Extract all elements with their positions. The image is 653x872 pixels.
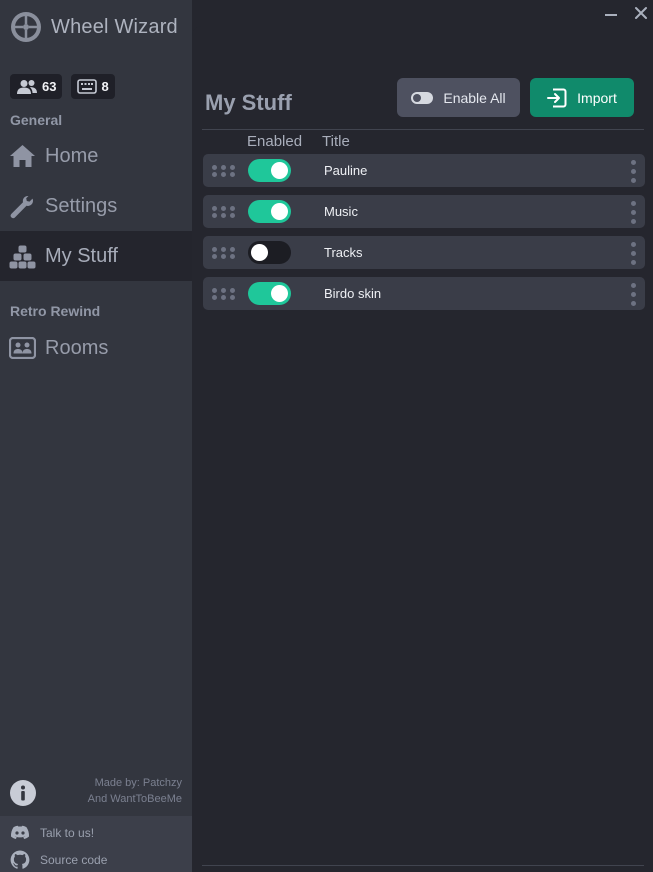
players-count: 63 xyxy=(42,79,57,94)
column-header-title: Title xyxy=(322,133,350,150)
rooms-count-badge[interactable]: 8 xyxy=(71,74,115,99)
minimize-button[interactable] xyxy=(601,3,621,23)
column-header-enabled: Enabled xyxy=(247,133,303,150)
mod-row[interactable]: Birdo skin xyxy=(203,277,645,310)
home-icon xyxy=(10,145,35,167)
minimize-icon xyxy=(605,14,617,16)
app-title: Wheel Wizard xyxy=(51,15,178,38)
mod-enabled-toggle[interactable] xyxy=(248,241,291,264)
section-retro-rewind: Retro Rewind xyxy=(10,303,101,319)
import-icon xyxy=(547,88,567,107)
players-icon xyxy=(17,79,37,94)
sidebar-item-label: Home xyxy=(45,144,99,167)
footer-divider xyxy=(202,865,644,866)
links-panel: Talk to us! Source code xyxy=(0,816,192,872)
rooms-count: 8 xyxy=(101,79,109,94)
info-button[interactable] xyxy=(10,780,36,806)
rooms-icon xyxy=(9,337,36,359)
sidebar-item-label: Rooms xyxy=(45,336,109,359)
mod-row[interactable]: Pauline xyxy=(203,154,645,187)
close-button[interactable] xyxy=(631,3,651,23)
drag-handle-icon[interactable] xyxy=(212,247,236,259)
keyboard-icon xyxy=(77,79,98,94)
enable-all-label: Enable All xyxy=(443,89,506,106)
wrench-icon xyxy=(10,194,33,218)
mod-row[interactable]: Tracks xyxy=(203,236,645,269)
page-title: My Stuff xyxy=(205,90,292,115)
info-icon xyxy=(21,785,25,801)
more-options-icon[interactable] xyxy=(631,282,637,306)
import-label: Import xyxy=(577,89,617,106)
more-options-icon[interactable] xyxy=(631,159,637,183)
sidebar-item-label: My Stuff xyxy=(45,244,118,267)
cubes-icon xyxy=(9,245,36,268)
more-options-icon[interactable] xyxy=(631,241,637,265)
import-button[interactable]: Import xyxy=(530,78,634,117)
discord-icon xyxy=(10,825,30,839)
players-count-badge[interactable]: 63 xyxy=(10,74,63,99)
credits-line-1: Made by: Patchzy xyxy=(94,777,182,789)
sidebar-item-label: Settings xyxy=(45,194,118,217)
section-general: General xyxy=(10,112,63,128)
mod-title: Pauline xyxy=(324,163,368,178)
mod-title: Tracks xyxy=(324,245,363,260)
toggle-knob xyxy=(251,244,268,261)
sidebar-item-home[interactable]: Home xyxy=(0,131,192,181)
toggle-knob xyxy=(271,203,288,220)
drag-handle-icon[interactable] xyxy=(212,288,236,300)
main-panel: My Stuff Enable All Import Enabled Title… xyxy=(192,26,653,872)
source-code-link-label: Source code xyxy=(40,852,108,867)
drag-handle-icon[interactable] xyxy=(212,206,236,218)
sidebar-item-rooms[interactable]: Rooms xyxy=(0,323,192,373)
header-divider xyxy=(202,129,644,130)
stats-bar: 63 8 xyxy=(10,74,115,99)
more-options-icon[interactable] xyxy=(631,200,637,224)
toggle-knob xyxy=(271,162,288,179)
sidebar-item-my-stuff[interactable]: My Stuff xyxy=(0,231,192,281)
mod-title: Birdo skin xyxy=(324,286,382,301)
close-icon xyxy=(635,7,647,19)
mod-row[interactable]: Music xyxy=(203,195,645,228)
mod-enabled-toggle[interactable] xyxy=(248,282,291,305)
wheel-logo-icon xyxy=(11,12,41,42)
toggle-icon xyxy=(411,91,434,104)
mod-title: Music xyxy=(324,204,358,219)
app-brand: Wheel Wizard xyxy=(10,11,178,43)
discord-link-label: Talk to us! xyxy=(40,825,95,840)
mod-enabled-toggle[interactable] xyxy=(248,200,291,223)
mod-enabled-toggle[interactable] xyxy=(248,159,291,182)
sidebar-item-settings[interactable]: Settings xyxy=(0,181,192,231)
github-icon xyxy=(10,850,30,869)
toggle-knob xyxy=(271,285,288,302)
enable-all-button[interactable]: Enable All xyxy=(397,78,520,117)
credits: Made by: Patchzy And WantToBeeMe xyxy=(88,775,182,807)
source-code-link[interactable]: Source code xyxy=(10,850,107,869)
discord-link[interactable]: Talk to us! xyxy=(10,825,94,840)
drag-handle-icon[interactable] xyxy=(212,165,236,177)
credits-line-2: And WantToBeeMe xyxy=(87,793,182,805)
sidebar: Wheel Wizard 63 8 General Home Settings … xyxy=(0,0,192,872)
